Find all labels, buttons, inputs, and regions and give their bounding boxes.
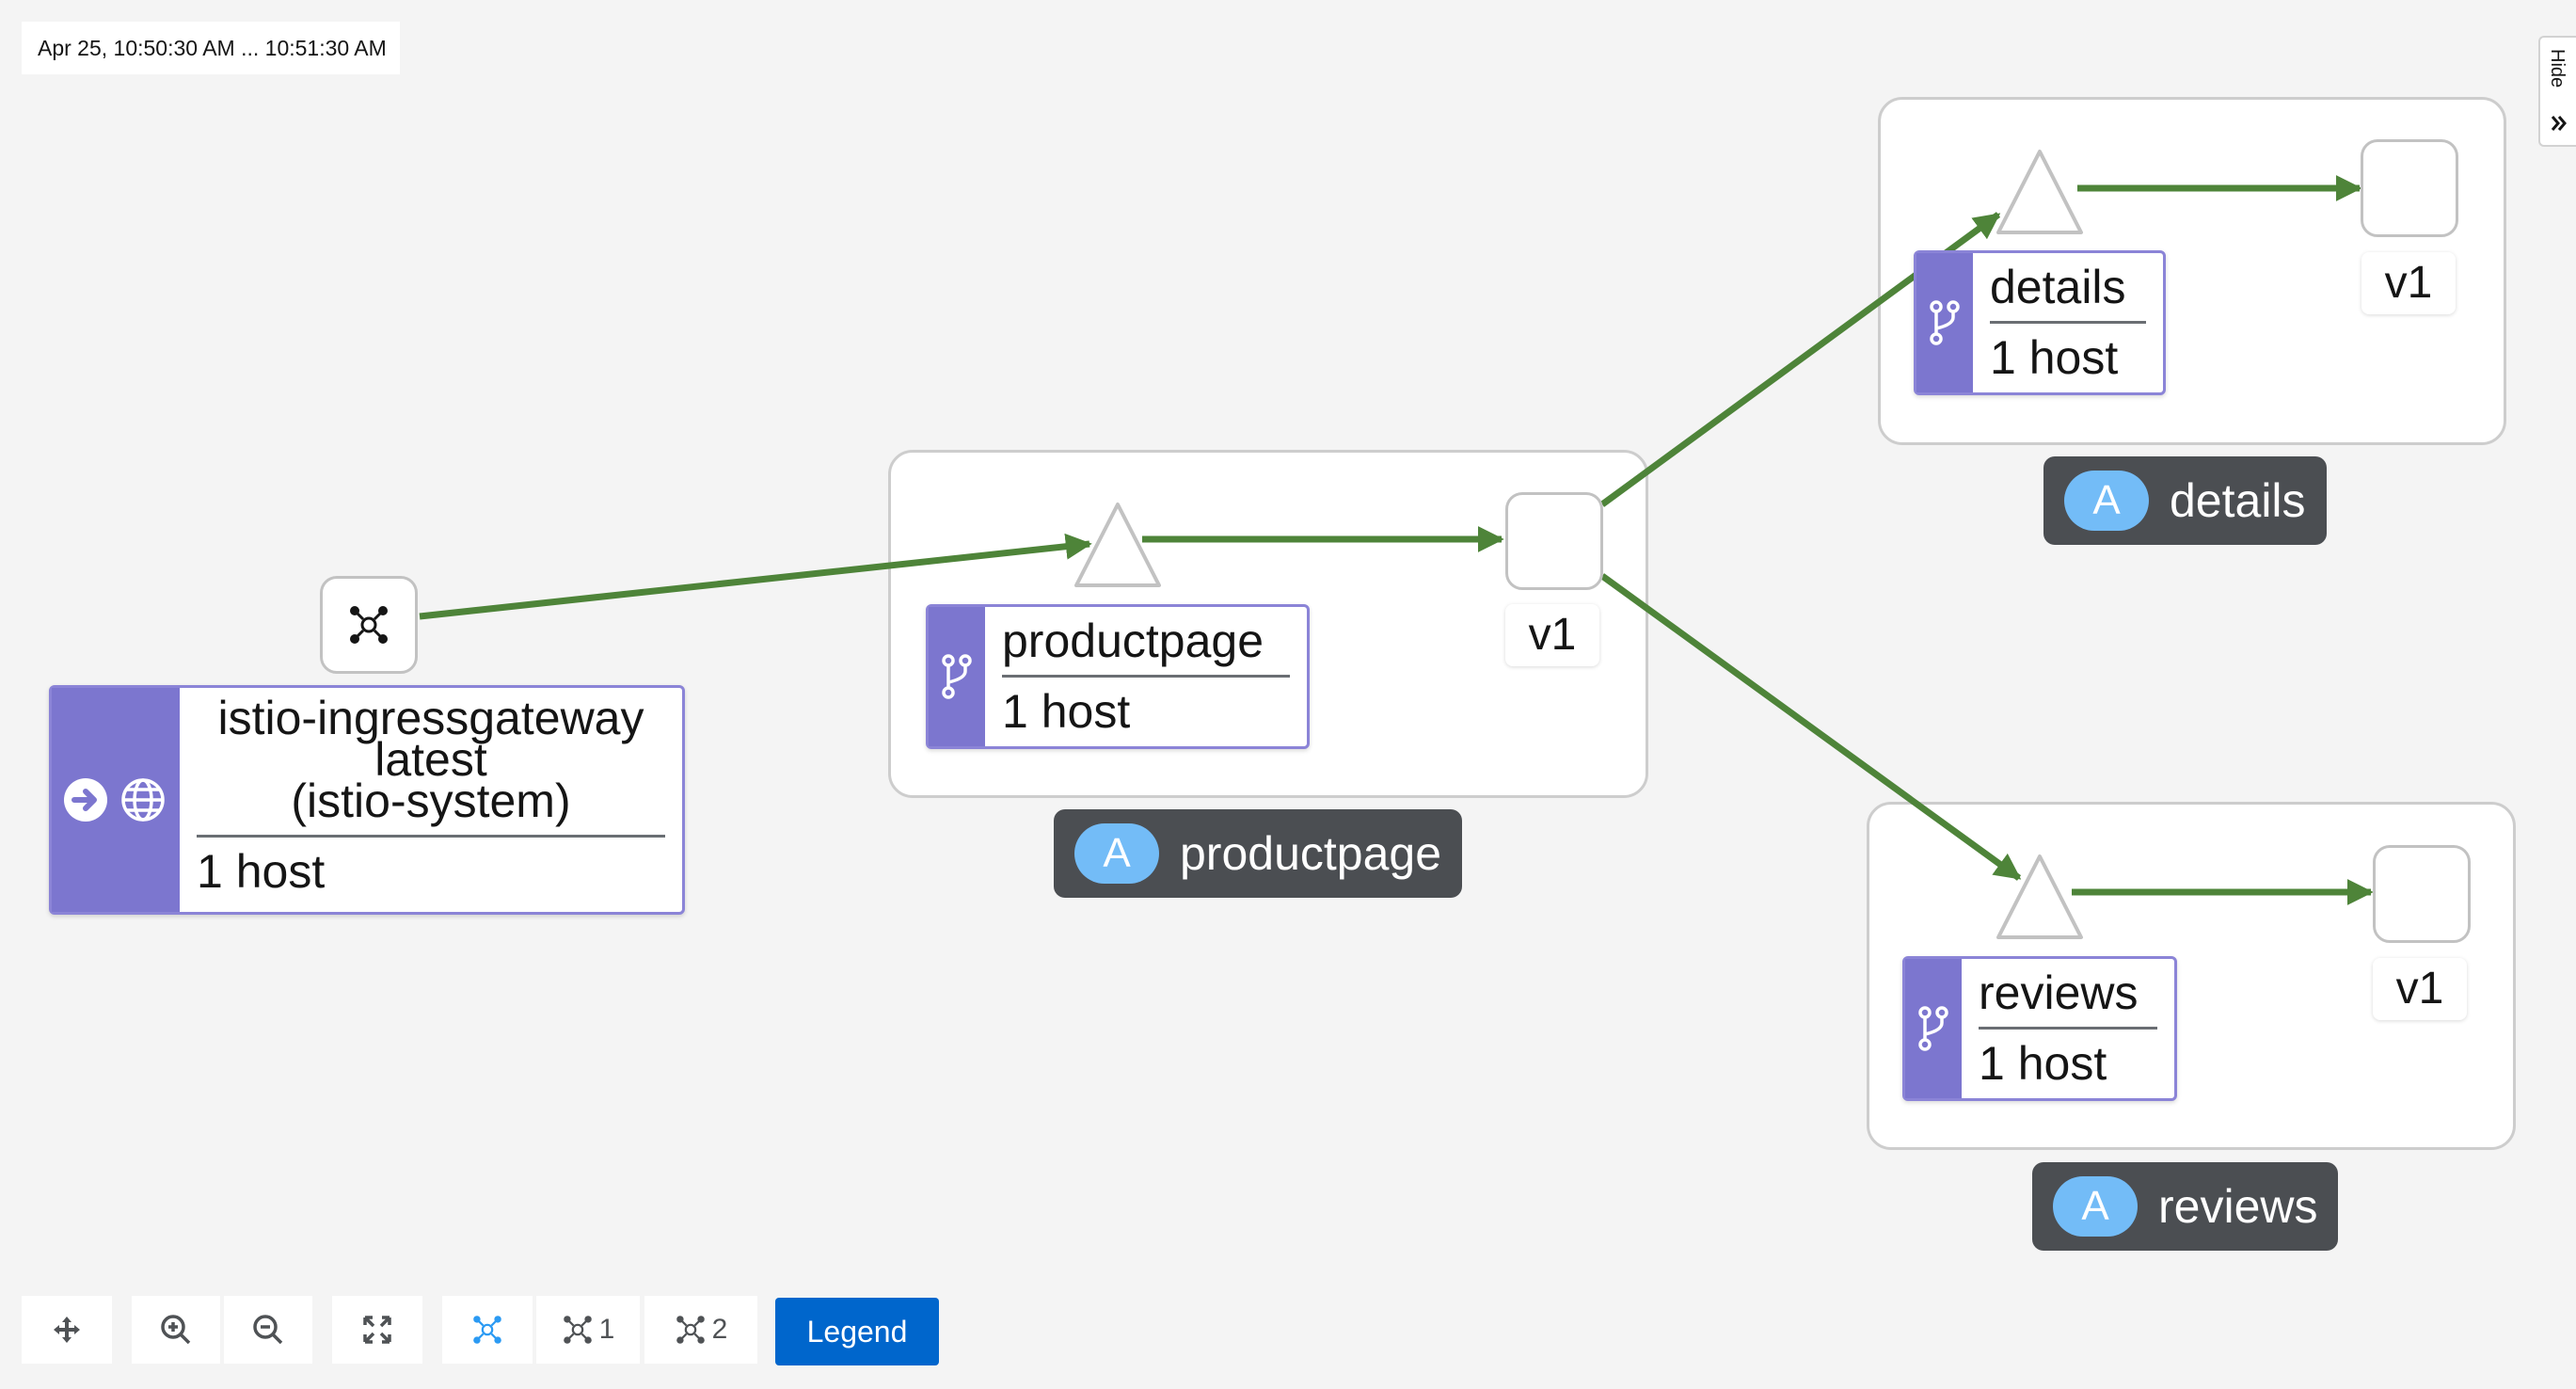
version-label-productpage: v1 xyxy=(1505,604,1599,666)
service-hosts: 1 host xyxy=(1990,331,2119,384)
topology-icon xyxy=(350,606,388,644)
service-node-productpage[interactable] xyxy=(1071,499,1165,593)
expand-icon xyxy=(363,1316,391,1344)
app-badge-details[interactable]: A details xyxy=(2043,456,2327,545)
service-card-reviews[interactable]: reviews 1 host xyxy=(1902,956,2177,1101)
service-node-details[interactable] xyxy=(1993,146,2087,240)
app-badge-reviews[interactable]: A reviews xyxy=(2032,1162,2339,1251)
service-hosts: 1 host xyxy=(1002,685,1131,738)
topology-icon xyxy=(563,1316,592,1344)
layout-1-label: 1 xyxy=(598,1314,615,1345)
version-label-reviews: v1 xyxy=(2373,958,2467,1020)
app-badge-letter: A xyxy=(2064,471,2149,531)
zoom-out-button[interactable] xyxy=(224,1296,312,1364)
code-branch-icon xyxy=(942,654,972,699)
gateway-card[interactable]: istio-ingressgateway latest (istio-syste… xyxy=(49,685,685,915)
app-badge-letter: A xyxy=(2053,1176,2138,1237)
app-badge-label: details xyxy=(2170,474,2306,527)
legend-button[interactable]: Legend xyxy=(775,1298,939,1365)
layout-2-button[interactable]: 2 xyxy=(644,1296,757,1364)
service-name: details xyxy=(1990,253,2146,324)
gateway-hosts: 1 host xyxy=(197,845,326,898)
layout-2-label: 2 xyxy=(711,1314,728,1345)
fit-button[interactable] xyxy=(332,1296,422,1364)
pan-button[interactable] xyxy=(22,1296,112,1364)
layout-default-button[interactable] xyxy=(442,1296,533,1364)
gateway-node[interactable] xyxy=(320,576,418,674)
workload-node-details-v1[interactable] xyxy=(2361,139,2458,237)
edge-productpage-reviews[interactable] xyxy=(1599,573,2022,881)
zoom-in-icon xyxy=(161,1315,191,1345)
service-hosts: 1 host xyxy=(1979,1037,2107,1090)
app-badge-letter: A xyxy=(1074,823,1159,884)
workload-node-reviews-v1[interactable] xyxy=(2373,845,2471,943)
topology-icon xyxy=(676,1316,705,1344)
arrow-circle-right-icon xyxy=(64,778,107,822)
service-node-reviews[interactable] xyxy=(1993,851,2087,945)
service-card-details[interactable]: details 1 host xyxy=(1914,250,2166,395)
workload-node-productpage-v1[interactable] xyxy=(1505,492,1603,590)
version-label-details: v1 xyxy=(2361,252,2456,314)
gateway-card-strip xyxy=(52,688,180,912)
app-badge-label: productpage xyxy=(1180,827,1442,880)
layout-1-button[interactable]: 1 xyxy=(536,1296,640,1364)
app-badge-label: reviews xyxy=(2158,1180,2318,1233)
code-branch-icon xyxy=(1918,1006,1948,1051)
app-badge-productpage[interactable]: A productpage xyxy=(1054,809,1463,898)
move-icon xyxy=(54,1317,80,1343)
service-card-strip xyxy=(1905,959,1962,1098)
service-card-strip xyxy=(1916,253,1973,392)
gateway-name: istio-ingressgateway latest (istio-syste… xyxy=(197,688,665,838)
gateway-namespace: (istio-system) xyxy=(291,774,571,827)
zoom-out-icon xyxy=(253,1315,283,1345)
service-card-productpage[interactable]: productpage 1 host xyxy=(926,604,1310,749)
globe-route-icon xyxy=(121,778,165,822)
service-name: productpage xyxy=(1002,607,1290,678)
topology-icon xyxy=(473,1316,501,1344)
code-branch-icon xyxy=(1930,300,1960,345)
service-name: reviews xyxy=(1979,959,2157,1030)
zoom-in-button[interactable] xyxy=(132,1296,220,1364)
service-card-strip xyxy=(929,607,985,746)
